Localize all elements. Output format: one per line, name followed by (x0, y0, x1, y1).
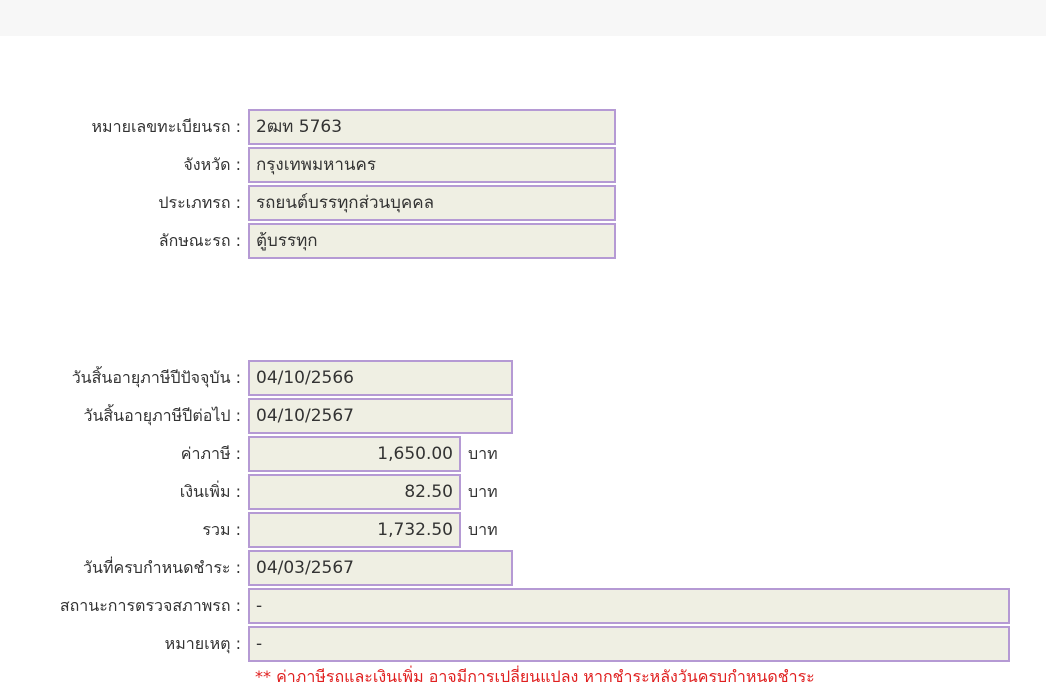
tax-amount-field: 1,650.00 (248, 436, 461, 472)
row-surcharge: เงินเพิ่ม : 82.50 บาท (0, 474, 1046, 510)
total-label: รวม : (202, 520, 241, 539)
remark-field: - (248, 626, 1010, 662)
row-total: รวม : 1,732.50 บาท (0, 512, 1046, 548)
row-type: ประเภทรถ : รถยนต์บรรทุกส่วนบุคคล (0, 185, 1046, 221)
type-field: รถยนต์บรรทุกส่วนบุคคล (248, 185, 616, 221)
row-due-date: วันที่ครบกำหนดชำระ : 04/03/2567 (0, 550, 1046, 586)
warning-note: ** ค่าภาษีรถและเงินเพิ่ม อาจมีการเปลี่ยน… (255, 667, 815, 686)
province-label: จังหวัด : (183, 155, 241, 174)
total-unit: บาท (468, 520, 498, 539)
row-remark: หมายเหตุ : - (0, 626, 1046, 662)
row-next-expiry: วันสิ้นอายุภาษีปีต่อไป : 04/10/2567 (0, 398, 1046, 434)
next-expiry-label: วันสิ้นอายุภาษีปีต่อไป : (83, 406, 241, 425)
tax-amount-unit: บาท (468, 444, 498, 463)
due-date-field: 04/03/2567 (248, 550, 513, 586)
surcharge-field: 82.50 (248, 474, 461, 510)
plate-field: 2ฒท 5763 (248, 109, 616, 145)
inspection-label: สถานะการตรวจสภาพรถ : (59, 596, 241, 615)
row-inspection: สถานะการตรวจสภาพรถ : - (0, 588, 1046, 624)
row-current-expiry: วันสิ้นอายุภาษีปีปัจจุบัน : 04/10/2566 (0, 360, 1046, 396)
body-label: ลักษณะรถ : (158, 231, 241, 250)
type-label: ประเภทรถ : (158, 193, 241, 212)
province-field: กรุงเทพมหานคร (248, 147, 616, 183)
current-expiry-field: 04/10/2566 (248, 360, 513, 396)
surcharge-label: เงินเพิ่ม : (179, 482, 241, 501)
tax-amount-label: ค่าภาษี : (180, 444, 241, 463)
row-province: จังหวัด : กรุงเทพมหานคร (0, 147, 1046, 183)
plate-label: หมายเลขทะเบียนรถ : (91, 117, 242, 136)
remark-label: หมายเหตุ : (164, 634, 241, 653)
inspection-field: - (248, 588, 1010, 624)
next-expiry-field: 04/10/2567 (248, 398, 513, 434)
total-field: 1,732.50 (248, 512, 461, 548)
body-field: ตู้บรรทุก (248, 223, 616, 259)
current-expiry-label: วันสิ้นอายุภาษีปีปัจจุบัน : (71, 368, 241, 387)
row-plate: หมายเลขทะเบียนรถ : 2ฒท 5763 (0, 109, 1046, 145)
top-bar (0, 0, 1046, 36)
row-body: ลักษณะรถ : ตู้บรรทุก (0, 223, 1046, 259)
due-date-label: วันที่ครบกำหนดชำระ : (83, 558, 241, 577)
surcharge-unit: บาท (468, 482, 498, 501)
row-tax-amount: ค่าภาษี : 1,650.00 บาท (0, 436, 1046, 472)
